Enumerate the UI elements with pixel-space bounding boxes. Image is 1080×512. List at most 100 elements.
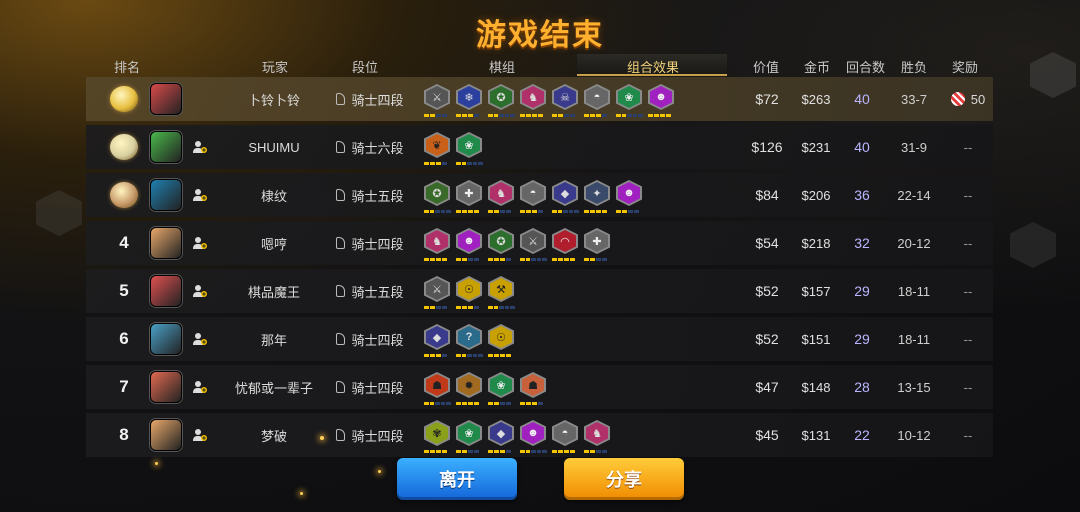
synergy-hex-frame: ✦ [584,180,610,206]
leave-button[interactable]: 离开 [397,458,517,500]
table-row[interactable]: SHUIMU 骑士六段 ❦ ❀ $126 $231 40 31-9 -- [86,125,993,169]
synergy-icon[interactable]: ✦ [584,175,610,215]
avatar[interactable] [150,365,182,409]
synergy-glyph: ❀ [618,86,640,108]
synergy-level-pip [531,258,536,261]
add-friend-icon[interactable] [190,125,210,169]
synergy-level-pip [500,450,505,453]
synergy-icon[interactable]: ❀ [488,367,514,407]
synergy-icon[interactable]: ◆ [488,415,514,455]
synergy-icon[interactable]: ♞ [520,79,546,119]
synergy-level-bars [520,450,548,454]
synergy-hex-frame: ☠ [552,84,578,110]
synergy-icon[interactable]: ◆ [424,319,450,359]
synergy-icon[interactable]: ◠ [552,223,578,263]
win-loss-cell: 13-15 [897,379,931,395]
synergy-level-pip [520,402,525,405]
synergy-icon[interactable]: ☠ [552,79,578,119]
avatar[interactable] [150,125,182,169]
synergy-icon[interactable]: ☗ [520,367,546,407]
synergy-level-bars [552,114,580,118]
synergy-level-bars [552,258,580,262]
synergy-icon[interactable]: ✪ [488,79,515,119]
synergy-icon[interactable]: ✚ [456,175,482,215]
reward-cell: -- [938,125,998,169]
tab-pieces[interactable]: 棋组 [489,57,515,76]
synergy-level-pip [538,210,543,213]
synergy-icon[interactable]: ☻ [616,175,642,215]
avatar[interactable] [150,317,182,361]
avatar[interactable] [150,221,182,265]
synergy-level-pip [506,354,511,357]
synergy-icon[interactable]: ♞ [488,175,514,215]
synergy-icon[interactable]: ✪ [424,175,451,215]
synergy-icon[interactable]: ☻ [520,415,548,455]
add-friend-icon[interactable] [190,365,210,409]
table-row[interactable]: 5 棋品魔王 骑士五段 ⚔ ☉ ⚒ $52 $157 29 18-11 -- [86,269,993,313]
synergy-list: ⚔ ❄ ✪ ♞ ☠ ◓ ❀ ☻ [424,77,714,121]
synergy-level-bars [488,450,516,454]
synergy-icon[interactable]: ✹ [456,367,482,407]
avatar[interactable] [150,413,182,457]
synergy-level-pip [436,306,441,309]
synergy-icon[interactable]: ❀ [456,127,483,167]
synergy-hex-frame: ◓ [584,84,610,110]
add-friend-icon[interactable] [190,173,210,217]
synergy-icon[interactable]: ❀ [456,415,482,455]
rounds-cell: 22 [854,427,870,443]
add-friend-icon[interactable] [190,413,210,457]
synergy-level-pip [552,114,557,117]
synergy-level-pip [632,114,638,117]
rounds-cell: 29 [854,283,870,299]
table-row[interactable]: 卜铃卜铃 骑士四段 ⚔ ❄ ✪ ♞ ☠ ◓ ❀ ☻ $72 $263 40 33-7 50 [86,77,993,121]
synergy-icon[interactable]: ☉ [456,271,482,311]
synergy-icon[interactable]: ☻ [648,79,674,119]
game-over-title: 游戏结束 [476,19,604,52]
table-row[interactable]: 棣纹 骑士五段 ✪ ✚ ♞ ◓ ◆ ✦ ☻ $84 $206 36 22-14 -- [86,173,993,217]
synergy-icon[interactable]: ❀ [616,79,643,119]
synergy-icon[interactable]: ⚒ [488,271,515,311]
avatar[interactable] [150,173,182,217]
synergy-icon[interactable]: ⚔ [520,223,547,263]
synergy-level-pip [558,114,563,117]
add-friend-icon[interactable] [190,269,210,313]
table-row[interactable]: 7 忧郁或一辈子 骑士四段 ☗ ✹ ❀ ☗ $47 $148 28 13-15 -- [86,365,993,409]
synergy-icon[interactable]: ✪ [488,223,514,263]
synergy-glyph: ◆ [490,422,512,444]
synergy-icon[interactable]: ✾ [424,415,450,455]
synergy-level-pip [574,210,579,213]
synergy-glyph: ? [458,326,480,348]
synergy-level-pip [456,114,461,117]
synergy-icon[interactable]: ◓ [520,175,546,215]
synergy-glyph: ❀ [458,134,480,156]
table-row[interactable]: 8 梦破 骑士四段 ✾ ❀ ◆ ☻ ◓ ♞ $45 $131 22 10-12 -- [86,413,993,457]
tab-synergy[interactable]: 组合效果 [627,57,679,76]
synergy-icon[interactable]: ♞ [584,415,610,455]
synergy-icon[interactable]: ⚔ [424,271,450,311]
synergy-icon[interactable]: ❦ [424,127,450,167]
synergy-icon[interactable]: ⚔ [424,79,450,119]
add-friend-icon[interactable] [190,317,210,361]
synergy-icon[interactable]: ☗ [424,367,451,407]
table-row[interactable]: 4 嗯哼 骑士四段 ♞ ☻ ✪ ⚔ ◠ ✚ $54 $218 32 20-12 -- [86,221,993,265]
synergy-icon[interactable]: ✚ [584,223,610,263]
synergy-level-pip [584,210,589,213]
add-friend-icon[interactable] [190,221,210,265]
table-row[interactable]: 6 那年 骑士四段 ◆? ☉ $52 $151 29 18-11 -- [86,317,993,361]
synergy-level-pip [520,258,525,261]
synergy-icon[interactable]: ☻ [456,223,482,263]
synergy-icon[interactable]: ☉ [488,319,514,359]
synergy-level-pip [468,306,473,309]
synergy-icon[interactable]: ◆ [552,175,579,215]
synergy-icon[interactable]: ◓ [552,415,578,455]
avatar[interactable] [150,269,182,313]
synergy-icon[interactable]: ◓ [584,79,610,119]
synergy-level-pip [442,306,447,309]
avatar[interactable] [150,77,182,121]
share-button[interactable]: 分享 [564,458,684,500]
synergy-icon[interactable]: ♞ [424,223,450,263]
synergy-icon[interactable]: ? [456,319,483,359]
synergy-icon[interactable]: ❄ [456,79,482,119]
tier-cell: 骑士五段 [330,173,410,217]
synergy-glyph: ⚔ [426,278,448,300]
